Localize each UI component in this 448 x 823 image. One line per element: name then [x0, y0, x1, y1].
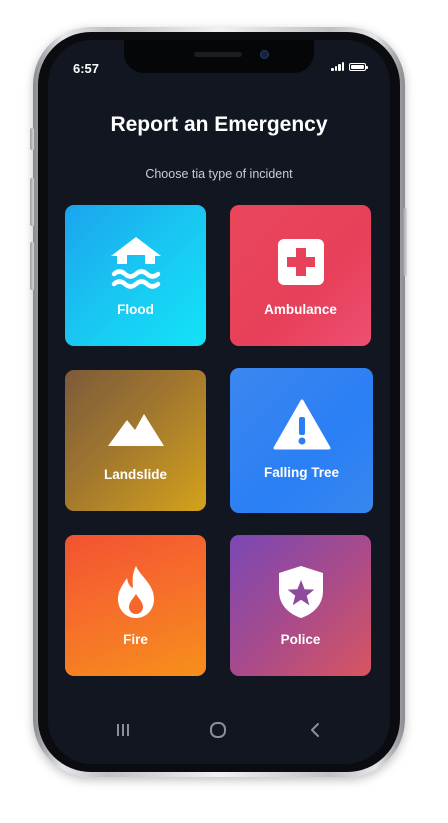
incident-label-fire: Fire — [123, 632, 148, 647]
status-time: 6:57 — [73, 61, 100, 76]
page-title: Report an Emergency — [110, 113, 328, 136]
incident-tile-fire[interactable]: Fire — [65, 535, 206, 676]
system-navigation-bar — [48, 718, 390, 742]
mountain-icon — [65, 396, 206, 458]
signal-icon — [331, 62, 344, 71]
phone-mockup: 6:57 Report an Emergency Choose tia type… — [0, 0, 448, 823]
mute-switch — [30, 128, 34, 150]
recents-icon[interactable] — [108, 718, 138, 742]
shield-star-icon — [230, 561, 371, 623]
battery-icon — [349, 63, 368, 71]
incident-tile-falling-tree[interactable]: Falling Tree — [230, 368, 373, 513]
page-subtitle: Choose tia type of incident — [145, 167, 293, 181]
incident-tile-police[interactable]: Police — [230, 535, 371, 676]
incident-tile-flood[interactable]: Flood — [65, 205, 206, 346]
earpiece-speaker — [194, 52, 242, 57]
volume-down-button — [30, 242, 34, 290]
incident-label-falling-tree: Falling Tree — [263, 465, 340, 480]
volume-up-button — [30, 178, 34, 226]
incident-label-ambulance: Ambulance — [264, 302, 337, 317]
flood-house-icon — [65, 231, 206, 293]
incident-tile-ambulance[interactable]: Ambulance — [230, 205, 371, 346]
warning-triangle-icon — [230, 394, 373, 456]
status-icons — [331, 62, 368, 71]
medical-cross-icon — [230, 231, 371, 293]
incident-label-flood: Flood — [117, 302, 154, 317]
front-camera — [260, 50, 269, 59]
app-screen: 6:57 Report an Emergency Choose tia type… — [48, 40, 390, 764]
power-button — [403, 208, 407, 276]
back-icon[interactable] — [300, 718, 330, 742]
incident-label-landslide: Landslide — [103, 467, 167, 482]
flame-icon — [65, 561, 206, 623]
notch — [124, 40, 314, 73]
incident-tile-landslide[interactable]: Landslide — [65, 370, 206, 511]
home-icon[interactable] — [203, 718, 233, 742]
incident-label-police: Police — [280, 632, 321, 647]
